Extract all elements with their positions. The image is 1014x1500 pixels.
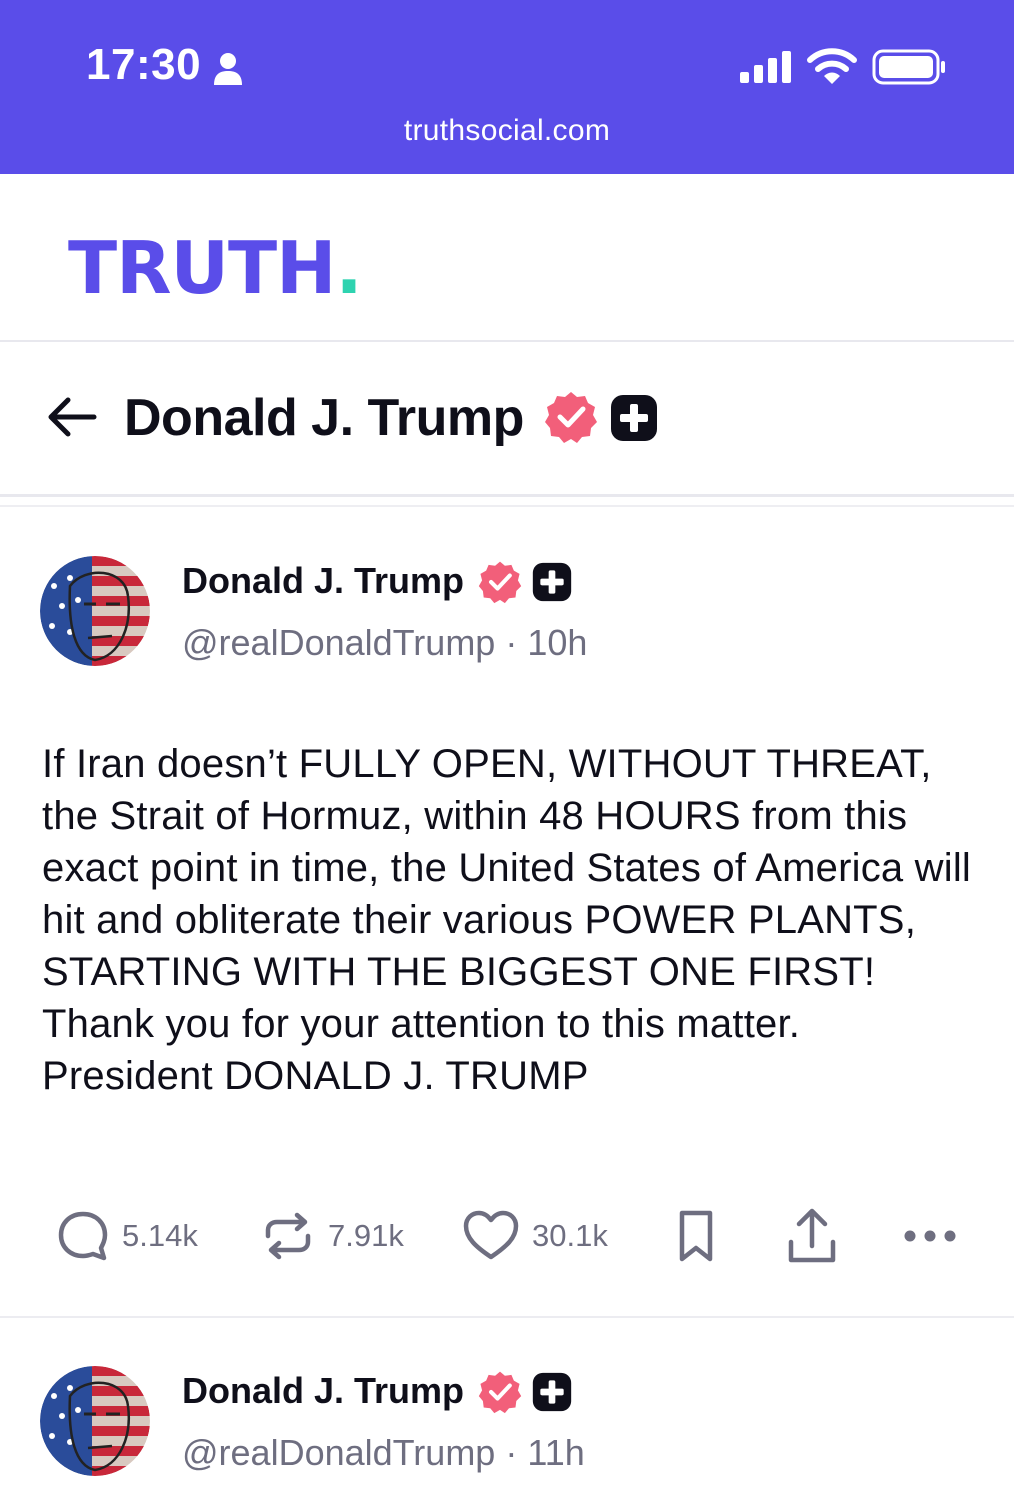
reply-count: 5.14k	[122, 1218, 198, 1253]
heart-icon	[463, 1210, 519, 1260]
wifi-icon	[807, 48, 857, 84]
author-name[interactable]: Donald J. Trump	[182, 1370, 464, 1412]
truth-plus-badge-icon	[532, 562, 572, 602]
post-meta: @realDonaldTrump · 10h	[182, 622, 587, 664]
back-arrow-icon[interactable]	[46, 396, 98, 438]
post-meta: @realDonaldTrump · 11h	[182, 1432, 585, 1474]
author-handle[interactable]: @realDonaldTrump	[182, 622, 495, 663]
person-icon	[214, 53, 242, 85]
logo-text: TRUTH	[68, 226, 336, 310]
profile-title: Donald J. Trump	[124, 389, 524, 447]
truth-plus-badge-icon	[532, 1372, 572, 1412]
bookmark-icon	[679, 1210, 713, 1262]
more-options-button[interactable]	[902, 1200, 958, 1272]
share-icon	[788, 1208, 836, 1263]
post-age[interactable]: 11h	[527, 1432, 584, 1473]
author-handle[interactable]: @realDonaldTrump	[182, 1432, 495, 1473]
address-bar-url[interactable]: truthsocial.com	[0, 114, 1014, 148]
like-count: 30.1k	[532, 1218, 608, 1253]
post-actions: 5.14k 7.91k 30.1k	[0, 1200, 1014, 1272]
signal-icon	[740, 51, 791, 83]
bookmark-button[interactable]	[672, 1200, 720, 1272]
divider	[0, 505, 1014, 507]
truth-plus-badge-icon	[611, 395, 657, 441]
meta-separator: ·	[505, 622, 518, 663]
avatar[interactable]	[40, 1366, 150, 1476]
logo-dot: .	[335, 226, 362, 310]
status-bar: 17:30 truthsocial.com	[0, 0, 1014, 174]
repost-icon	[265, 1212, 311, 1260]
post-body: If Iran doesn’t FULLY OPEN, WITHOUT THRE…	[42, 742, 972, 1098]
retruth-button[interactable]: 7.91k	[260, 1200, 404, 1272]
avatar[interactable]	[40, 556, 150, 666]
reply-button[interactable]: 5.14k	[56, 1200, 198, 1272]
divider	[0, 494, 1014, 497]
verified-badge-icon	[545, 392, 597, 443]
truth-logo[interactable]: TRUTH.	[68, 226, 363, 310]
share-button[interactable]	[784, 1200, 840, 1272]
comment-icon	[58, 1211, 108, 1261]
verified-badge-icon	[478, 561, 522, 604]
battery-icon	[872, 49, 945, 85]
retruth-count: 7.91k	[328, 1218, 404, 1253]
post-age[interactable]: 10h	[527, 622, 587, 663]
verified-badge-icon	[478, 1371, 522, 1414]
divider	[0, 1316, 1014, 1318]
author-name[interactable]: Donald J. Trump	[182, 560, 464, 602]
more-icon	[904, 1230, 956, 1242]
status-time: 17:30	[86, 40, 202, 89]
meta-separator: ·	[505, 1432, 518, 1473]
like-button[interactable]: 30.1k	[462, 1200, 608, 1272]
